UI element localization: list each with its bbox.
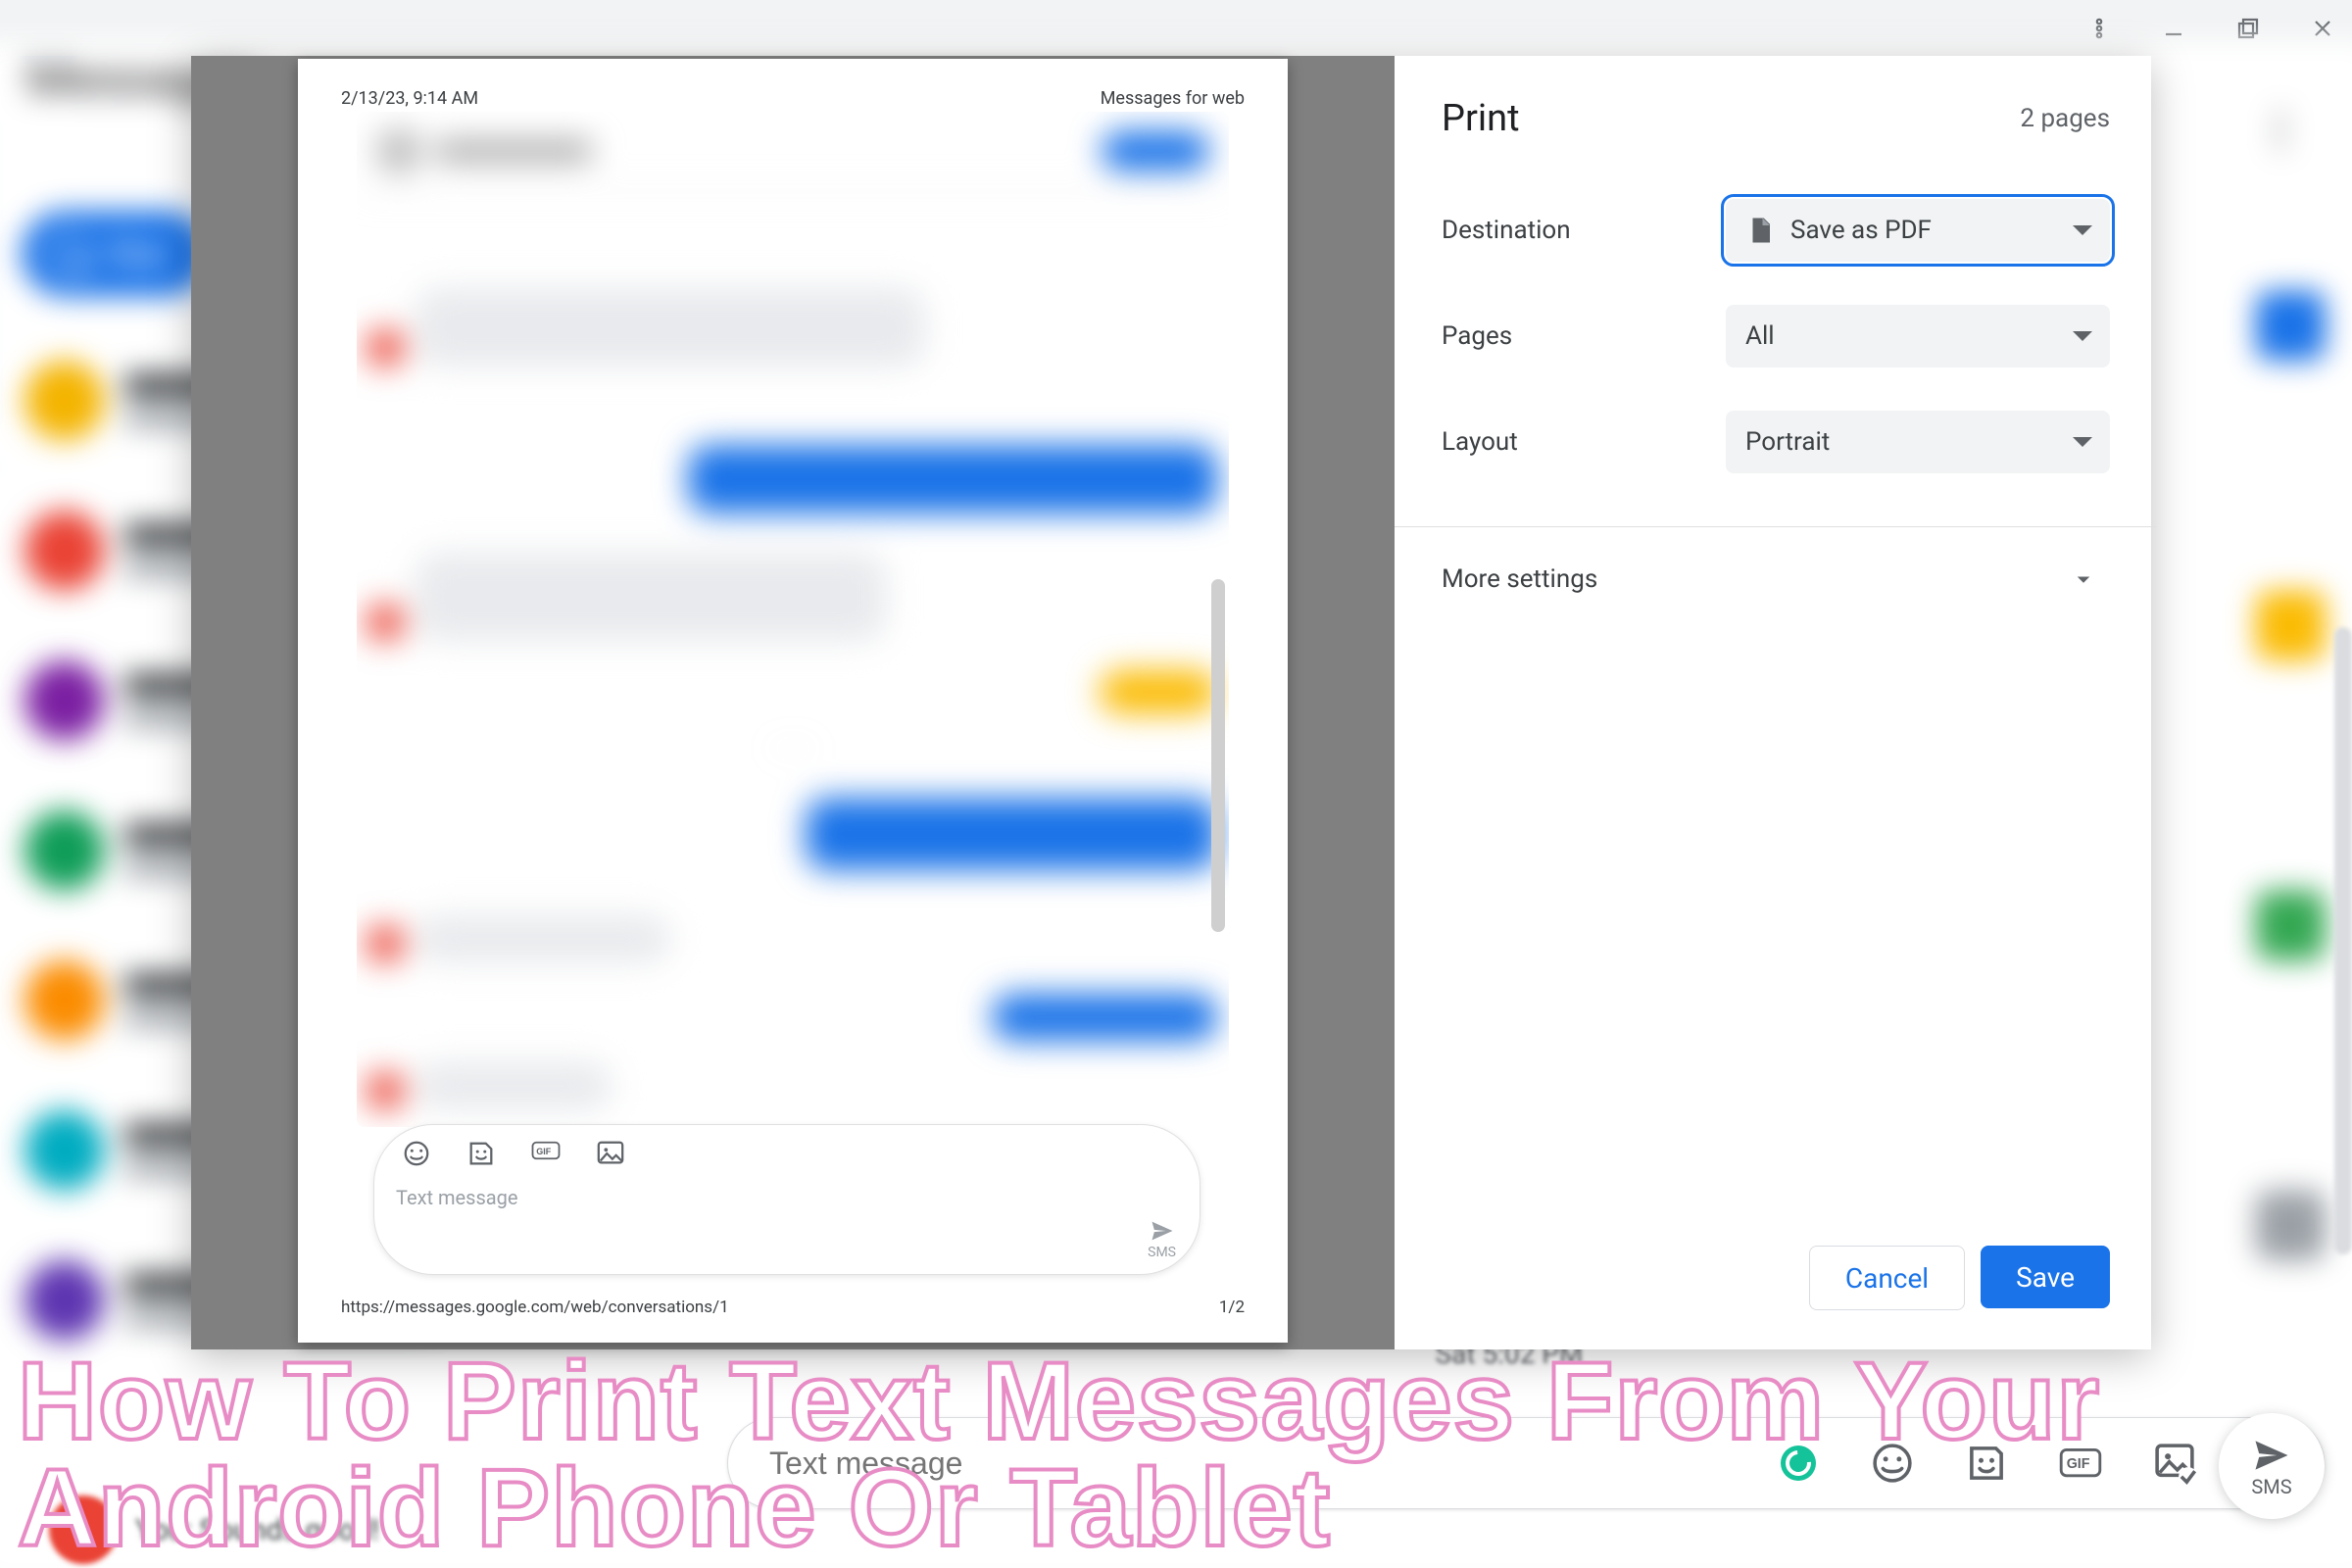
print-preview-page-1: 2/13/23, 9:14 AM Messages for web: [298, 59, 1288, 1343]
chevron-down-icon: [2069, 564, 2098, 594]
sheet-count: 2 pages: [2020, 104, 2110, 133]
cancel-button-label: Cancel: [1845, 1262, 1929, 1295]
app-more-menu[interactable]: [2276, 111, 2285, 155]
print-dialog: 2/13/23, 9:14 AM Messages for web: [191, 56, 2151, 1349]
preview-send-label: SMS: [1148, 1245, 1176, 1260]
print-options-panel: Print 2 pages Destination Save as PDF Pa…: [1395, 56, 2151, 1349]
destination-label: Destination: [1442, 216, 1726, 245]
preview-footer-pagenum: 1/2: [1219, 1298, 1245, 1317]
print-preview-area[interactable]: 2/13/23, 9:14 AM Messages for web: [191, 56, 1395, 1349]
sticker-icon[interactable]: [1965, 1442, 2008, 1485]
send-sms-button[interactable]: SMS: [2219, 1413, 2325, 1519]
preview-scrollbar: [1211, 579, 1225, 932]
conversation-preview[interactable]: You: Sounds good!: [49, 1495, 379, 1564]
pages-value: All: [1745, 321, 1775, 351]
preview-text: Sounds good!: [199, 1513, 379, 1547]
save-button-label: Save: [2016, 1261, 2075, 1294]
save-button[interactable]: Save: [1981, 1246, 2110, 1308]
send-sms-label: SMS: [2251, 1475, 2291, 1498]
start-chat-button[interactable]: Star: [22, 211, 209, 297]
divider: [1395, 526, 2157, 527]
svg-text:GIF: GIF: [2067, 1456, 2090, 1472]
compose-input[interactable]: [767, 1445, 1777, 1483]
gif-icon[interactable]: GIF: [2059, 1442, 2102, 1485]
more-settings-label: More settings: [1442, 564, 1597, 594]
vertical-scrollbar[interactable]: [2334, 627, 2352, 1254]
more-vert-icon[interactable]: [2084, 14, 2114, 43]
chevron-down-icon: [2073, 437, 2092, 457]
preview-footer-url: https://messages.google.com/web/conversa…: [341, 1298, 729, 1317]
minimize-button[interactable]: [2159, 14, 2188, 43]
pages-label: Pages: [1442, 321, 1726, 351]
preview-compose-bar: GIF Text message SMS: [374, 1125, 1200, 1274]
cancel-button[interactable]: Cancel: [1809, 1246, 1965, 1310]
preview-emoji-icon: [402, 1139, 431, 1168]
preview-image-icon: [596, 1139, 625, 1168]
preview-compose-placeholder: Text message: [396, 1186, 1178, 1209]
more-settings-toggle[interactable]: More settings: [1442, 564, 2110, 594]
close-button[interactable]: [2308, 14, 2337, 43]
avatar: [49, 1495, 118, 1564]
maximize-button[interactable]: [2233, 14, 2263, 43]
start-chat-label: Star: [108, 233, 170, 273]
preview-sticker-icon: [466, 1139, 496, 1168]
print-title: Print: [1442, 97, 1520, 140]
svg-text:GIF: GIF: [536, 1147, 552, 1156]
chat-bubble-icon: [47, 232, 89, 274]
image-attach-icon[interactable]: [2153, 1442, 2196, 1485]
destination-select[interactable]: Save as PDF: [1726, 199, 2110, 262]
preview-chat-area: — — —: [357, 112, 1229, 1127]
preview-prefix: You:: [135, 1513, 199, 1547]
pdf-icon: [1745, 216, 1775, 245]
chevron-down-icon: [2073, 331, 2092, 351]
grammarly-icon[interactable]: [1777, 1442, 1820, 1485]
emoji-icon[interactable]: [1871, 1442, 1914, 1485]
layout-value: Portrait: [1745, 427, 1830, 457]
preview-header-right: Messages for web: [1101, 88, 1245, 109]
preview-gif-icon: GIF: [531, 1139, 561, 1168]
layout-select[interactable]: Portrait: [1726, 411, 2110, 473]
preview-send-sms: SMS: [1148, 1217, 1176, 1260]
compose-bar: GIF: [727, 1417, 2325, 1509]
chevron-down-icon: [2073, 225, 2092, 245]
layout-label: Layout: [1442, 427, 1726, 457]
pages-select[interactable]: All: [1726, 305, 2110, 368]
destination-value: Save as PDF: [1790, 216, 1932, 245]
preview-header-left: 2/13/23, 9:14 AM: [341, 88, 478, 109]
